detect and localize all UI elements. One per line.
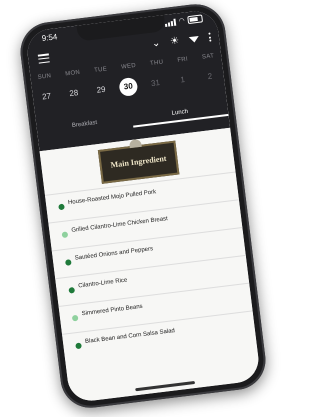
date-cell[interactable]: 29 (91, 80, 111, 100)
dietary-dot-icon (71, 314, 79, 322)
signal-icon (164, 18, 177, 27)
date-cell[interactable]: 30 (118, 76, 139, 97)
menu-item-name: Cilantro-Lime Rice (77, 277, 128, 290)
date-cell[interactable]: 31 (146, 74, 166, 94)
status-icons: ◠ (164, 14, 204, 27)
date-cell[interactable]: 28 (64, 84, 84, 104)
dietary-dot-icon (61, 231, 69, 239)
chevron-down-icon[interactable]: ⌄ (151, 38, 161, 50)
menu-item-name: Black Bean and Corn Salsa Salad (84, 328, 176, 346)
menu-icon[interactable] (37, 53, 50, 64)
dietary-dot-icon (58, 203, 65, 211)
battery-icon (187, 14, 204, 25)
filter-icon[interactable] (188, 35, 200, 43)
menu-item-name: Grilled Cilantro-Lime Chicken Breast (71, 216, 169, 234)
brightness-icon[interactable]: ☀ (170, 35, 180, 47)
weekday-label: MON (64, 69, 81, 78)
meal-tab[interactable]: Lunch (131, 103, 229, 128)
status-time: 9:54 (41, 32, 58, 44)
menu-item-name: Sautéed Onions and Peppers (74, 246, 154, 262)
weekday-label: SAT (201, 53, 215, 61)
date-cell[interactable]: 27 (37, 87, 57, 107)
dietary-dot-icon (68, 286, 76, 294)
weekday-label: WED (120, 62, 137, 71)
dietary-dot-icon (64, 259, 72, 266)
weekday-label: FRI (177, 56, 189, 64)
menu-item-name: House-Roasted Mojo Pulled Pork (67, 189, 157, 207)
menu-list: House-Roasted Mojo Pulled Pork Grilled Ci… (44, 171, 256, 362)
toolbar-actions: ⌄ ☀ (151, 32, 212, 50)
weekday-label: TUE (93, 66, 108, 74)
date-cell[interactable]: 1 (173, 70, 193, 90)
phone-frame: 9:54 ◠ ⌄ ☀ SUN MON TUE WED THU FRI SAT 2… (17, 0, 269, 412)
more-icon[interactable] (208, 32, 212, 42)
restaurant-logo: Main Ingredient (97, 140, 180, 184)
wifi-icon: ◠ (178, 17, 186, 26)
menu-item-name: Simmered Pinto Beans (81, 303, 144, 318)
menu-content: Main Ingredient House-Roasted Mojo Pulle… (39, 127, 262, 404)
meal-tab[interactable]: Breakfast (37, 116, 134, 140)
stage: 9:54 ◠ ⌄ ☀ SUN MON TUE WED THU FRI SAT 2… (0, 0, 278, 417)
weekday-label: THU (149, 59, 164, 68)
dietary-dot-icon (75, 342, 82, 350)
weekday-label: SUN (37, 73, 52, 81)
date-cell[interactable]: 2 (200, 67, 220, 87)
phone-screen: 9:54 ◠ ⌄ ☀ SUN MON TUE WED THU FRI SAT 2… (24, 8, 262, 404)
